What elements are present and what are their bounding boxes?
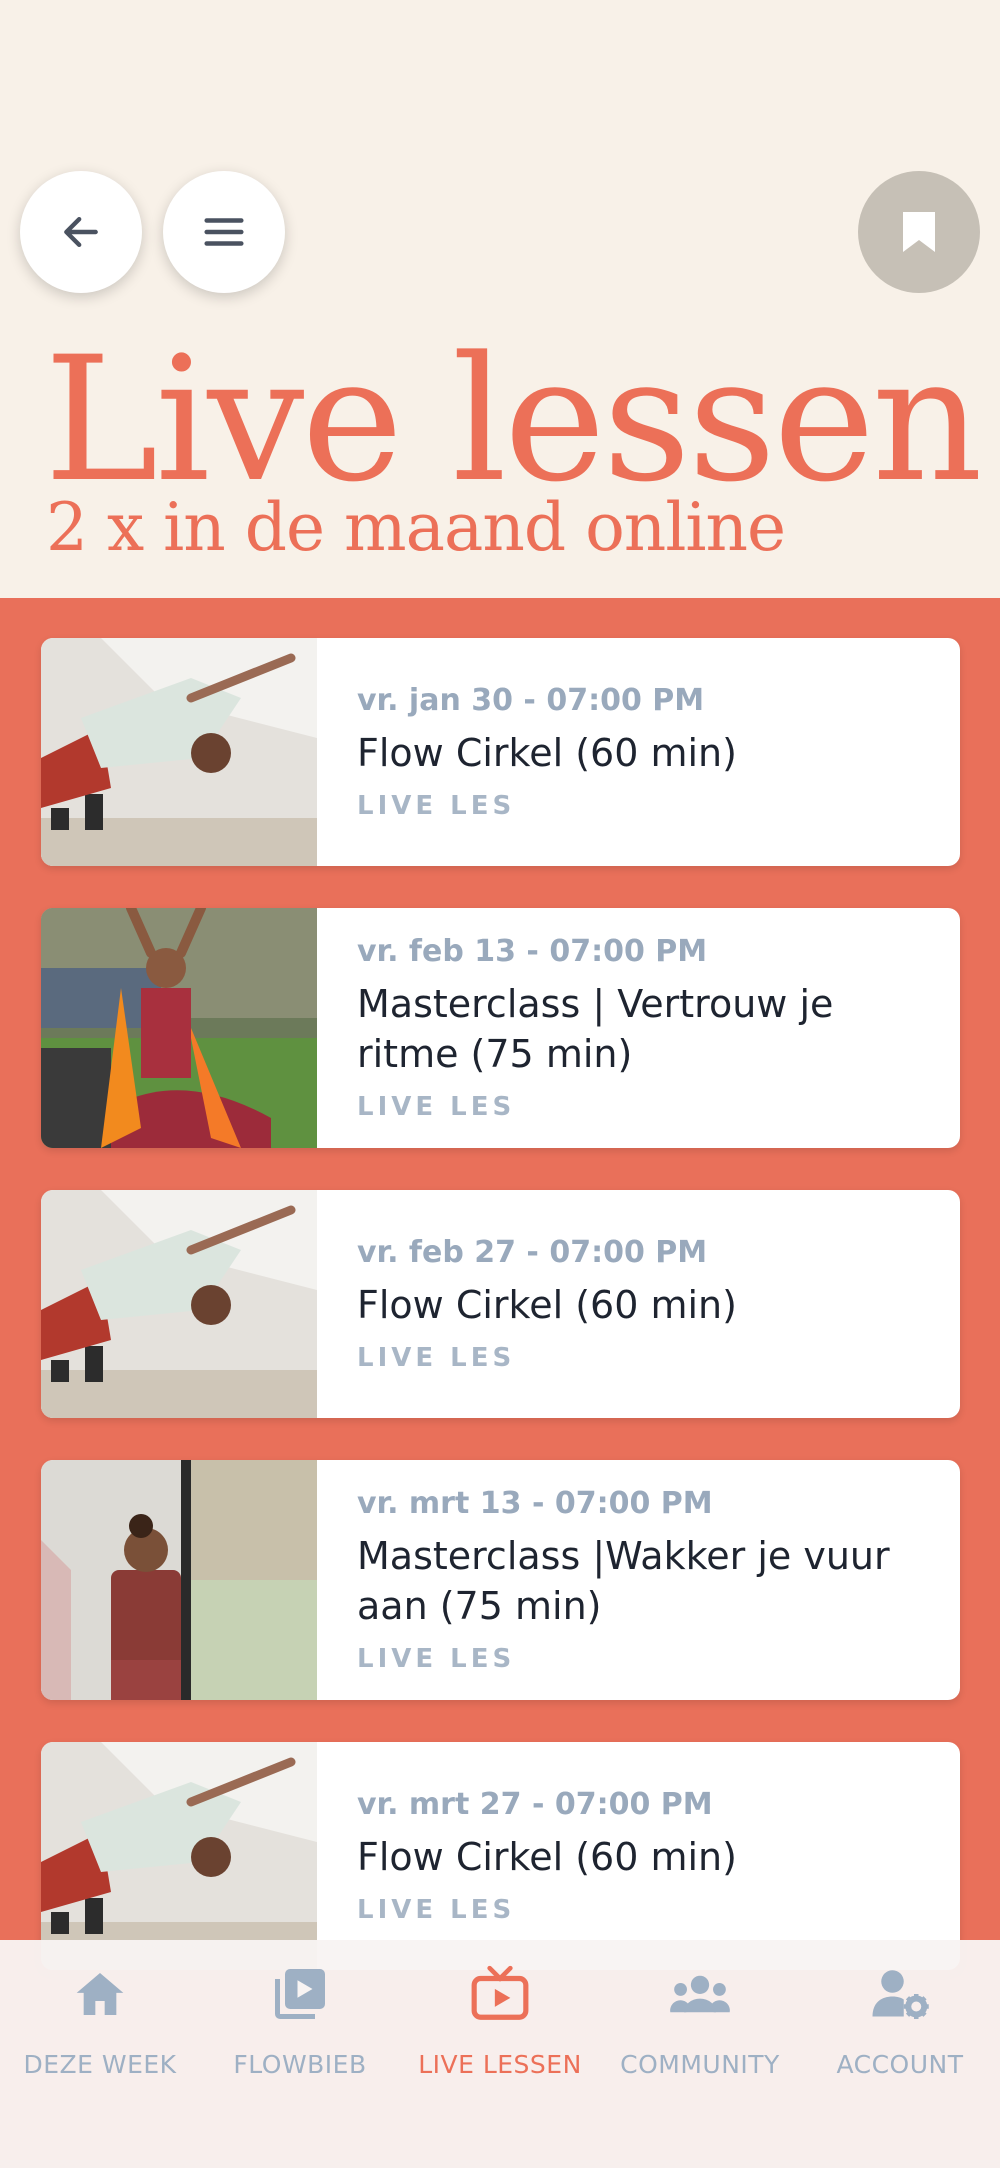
bookmark-icon <box>903 212 935 252</box>
lesson-date: vr. mrt 13 - 07:00 PM <box>357 1486 713 1521</box>
page-subtitle: 2 x in de maand online <box>46 489 786 566</box>
lesson-tag: LIVE LES <box>357 791 516 821</box>
lesson-tag: LIVE LES <box>357 1895 516 1925</box>
tab-account[interactable]: ACCOUNT <box>800 1940 1000 2168</box>
live-tv-icon <box>471 1965 529 2020</box>
menu-button[interactable] <box>163 171 285 293</box>
lesson-date: vr. mrt 27 - 07:00 PM <box>357 1787 713 1822</box>
page-title: Live lessen <box>44 319 983 520</box>
lesson-thumbnail <box>41 1460 317 1700</box>
lesson-thumbnail <box>41 1190 317 1418</box>
tab-flowbieb[interactable]: FLOWBIEB <box>200 1940 400 2168</box>
lesson-thumbnail <box>41 638 317 866</box>
lesson-tag: LIVE LES <box>357 1644 516 1674</box>
back-button[interactable] <box>20 171 142 293</box>
bookmark-button[interactable] <box>858 171 980 293</box>
lesson-card[interactable]: vr. jan 30 - 07:00 PM Flow Cirkel (60 mi… <box>41 638 960 866</box>
video-library-icon <box>275 1969 325 2019</box>
tab-label: COMMUNITY <box>620 2050 780 2079</box>
lesson-card[interactable]: vr. feb 13 - 07:00 PM Masterclass | Vert… <box>41 908 960 1148</box>
lesson-thumbnail <box>41 1742 317 1970</box>
lesson-card[interactable]: vr. feb 27 - 07:00 PM Flow Cirkel (60 mi… <box>41 1190 960 1418</box>
lesson-title: Flow Cirkel (60 min) <box>357 1835 737 1879</box>
lesson-title: Masterclass |Wakker je vuur aan (75 min) <box>357 1534 890 1628</box>
lesson-tag: LIVE LES <box>357 1092 516 1122</box>
hero-section: Live lessen 2 x in de maand online <box>0 0 1000 598</box>
tab-label: LIVE LESSEN <box>418 2050 582 2079</box>
tab-label: FLOWBIEB <box>233 2050 367 2079</box>
tab-deze-week[interactable]: DEZE WEEK <box>0 1940 200 2168</box>
lesson-card[interactable]: vr. mrt 27 - 07:00 PM Flow Cirkel (60 mi… <box>41 1742 960 1970</box>
lesson-date: vr. jan 30 - 07:00 PM <box>357 683 705 718</box>
bottom-tab-bar: DEZE WEEK FLOWBIEB LIVE LESSEN COMMUNITY… <box>0 1940 1000 2168</box>
lesson-title: Flow Cirkel (60 min) <box>357 1283 737 1327</box>
home-icon <box>76 1973 124 2015</box>
tab-label: ACCOUNT <box>836 2050 964 2079</box>
tab-label: DEZE WEEK <box>23 2050 177 2079</box>
group-icon <box>670 1975 730 2013</box>
user-gear-icon <box>872 1970 929 2019</box>
tab-community[interactable]: COMMUNITY <box>600 1940 800 2168</box>
arrow-left-icon <box>64 216 98 248</box>
tab-live-lessen[interactable]: LIVE LESSEN <box>400 1940 600 2168</box>
lesson-tag: LIVE LES <box>357 1343 516 1373</box>
lesson-date: vr. feb 13 - 07:00 PM <box>357 934 708 969</box>
lesson-date: vr. feb 27 - 07:00 PM <box>357 1235 708 1270</box>
lesson-thumbnail <box>41 908 317 1148</box>
lesson-title: Masterclass | Vertrouw je ritme (75 min) <box>357 982 834 1076</box>
hamburger-menu-icon <box>204 218 244 246</box>
lesson-card[interactable]: vr. mrt 13 - 07:00 PM Masterclass |Wakke… <box>41 1460 960 1700</box>
lesson-title: Flow Cirkel (60 min) <box>357 731 737 775</box>
